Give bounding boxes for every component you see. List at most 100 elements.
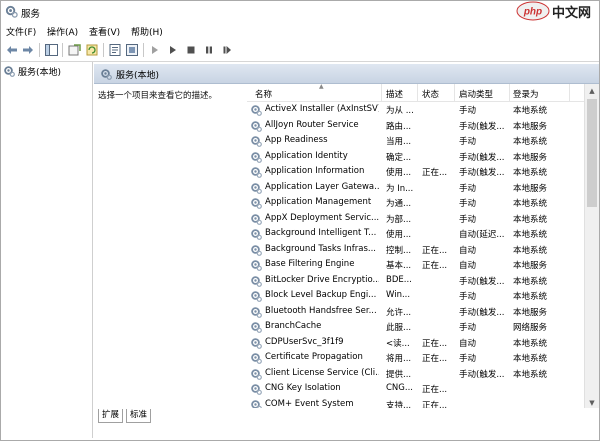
service-gear-icon	[251, 198, 262, 209]
column-divider[interactable]	[454, 84, 455, 101]
service-name: CNG Key Isolation	[265, 383, 341, 393]
service-startup-type: 自动	[459, 245, 477, 256]
service-description: 将用...	[386, 354, 412, 364]
service-gear-icon	[251, 384, 262, 395]
table-row[interactable]: BranchCache 此服... 手动 网络服务	[247, 319, 587, 335]
start-service-alt-button[interactable]	[165, 42, 181, 58]
stop-icon	[187, 46, 195, 54]
service-description: 当用...	[386, 137, 412, 147]
table-row[interactable]: AllJoyn Router Service 路由... 手动(触发... 本地服务	[247, 118, 587, 134]
stop-service-button[interactable]	[183, 42, 199, 58]
menu-action[interactable]: 操作(A)	[47, 25, 78, 38]
service-name: Background Tasks Infras...	[265, 243, 377, 254]
service-description: 使用...	[386, 230, 412, 240]
service-startup-type: 手动	[459, 199, 477, 209]
service-name: BranchCache	[265, 321, 322, 331]
service-log-on-as: 本地服务	[513, 121, 548, 132]
column-header-status[interactable]: 状态	[422, 88, 439, 100]
toolbar	[1, 39, 599, 62]
details-pane: 服务(本地) 选择一个项目来查看它的描述。 ▲ 名称 描述 状态 启动类型 登录…	[94, 62, 599, 438]
table-row[interactable]: CDPUserSvc_3f1f9 <读... 正在... 自动 本地系统	[247, 335, 587, 351]
service-startup-type: 手动	[459, 106, 477, 116]
service-startup-type: 手动	[459, 214, 477, 225]
table-row[interactable]: Base Filtering Engine 基本... 正在... 自动 本地服务	[247, 257, 587, 273]
export-list-button[interactable]	[66, 42, 82, 58]
service-startup-type: 手动(触发...	[459, 168, 505, 178]
service-startup-type: 手动(触发...	[459, 152, 505, 163]
service-log-on-as: 本地系统	[513, 369, 548, 380]
service-gear-icon	[251, 322, 262, 333]
column-header-log-on-as[interactable]: 登录为	[513, 88, 539, 100]
scrollbar-thumb[interactable]	[587, 99, 597, 207]
scroll-up-arrow-icon[interactable]: ▲	[585, 84, 599, 98]
table-row[interactable]: Application Management 为通... 手动 本地系统	[247, 195, 587, 211]
service-name: Certificate Propagation	[265, 352, 363, 362]
back-button[interactable]	[4, 42, 20, 58]
column-header-startup-type[interactable]: 启动类型	[459, 88, 493, 100]
table-row[interactable]: Background Tasks Infras... 控制... 正在... 自动 本地…	[247, 242, 587, 258]
column-divider[interactable]	[381, 84, 382, 101]
refresh-button[interactable]	[84, 42, 100, 58]
table-row[interactable]: App Readiness 当用... 手动 本地系统	[247, 133, 587, 149]
column-divider[interactable]	[417, 84, 418, 101]
menu-view[interactable]: 查看(V)	[89, 25, 120, 38]
table-row[interactable]: CNG Key Isolation CNG... 正在...	[247, 381, 587, 397]
vertical-scrollbar[interactable]: ▲ ▼	[584, 84, 599, 410]
table-row[interactable]: Background Intelligent T... 使用... 自动(延迟...…	[247, 226, 587, 242]
tab-standard[interactable]: 标准	[126, 409, 152, 423]
tree-item-label: 服务(本地)	[18, 67, 62, 78]
service-description: 为部...	[386, 214, 412, 225]
table-row[interactable]: ActiveX Installer (AxInstSV) 为从 ... 手动 本地系统	[247, 102, 587, 118]
column-header-description[interactable]: 描述	[386, 88, 403, 100]
column-divider[interactable]	[569, 84, 570, 101]
services-list: ▲ 名称 描述 状态 启动类型 登录为 ActiveX Installer (A…	[247, 84, 587, 410]
service-gear-icon	[251, 120, 262, 132]
service-description: BDE...	[386, 274, 412, 285]
menu-file[interactable]: 文件(F)	[6, 25, 36, 38]
table-row[interactable]: Certificate Propagation 将用... 正在... 手动 本地系统	[247, 350, 587, 366]
service-name: Block Level Backup Engi...	[265, 290, 377, 300]
service-log-on-as: 本地系统	[513, 338, 548, 349]
service-gear-icon	[251, 229, 262, 240]
column-header-name[interactable]: 名称	[255, 88, 272, 100]
service-gear-icon	[251, 105, 262, 116]
restart-service-button[interactable]	[219, 42, 235, 58]
toolbar-separator	[62, 43, 63, 57]
tab-extended[interactable]: 扩展	[98, 409, 124, 423]
table-row[interactable]: Application Identity 确定... 手动(触发... 本地服务	[247, 149, 587, 165]
service-startup-type: 手动(触发...	[459, 121, 505, 132]
column-headers: ▲ 名称 描述 状态 启动类型 登录为	[247, 84, 587, 102]
table-row[interactable]: Application Layer Gatewa... 为 In... 手动 本地服务	[247, 180, 587, 196]
service-gear-icon	[251, 182, 262, 194]
service-gear-icon	[251, 353, 262, 364]
tree-item-services-local[interactable]: 服务(本地)	[3, 64, 61, 78]
table-row[interactable]: Block Level Backup Engi... Win... 手动 本地系统	[247, 288, 587, 304]
service-log-on-as: 本地服务	[513, 307, 548, 318]
service-description: 路由...	[386, 121, 412, 132]
service-description: 为 In...	[386, 183, 414, 194]
menu-help[interactable]: 帮助(H)	[131, 25, 163, 38]
forward-button[interactable]	[20, 42, 36, 58]
service-description: 为通...	[386, 199, 412, 209]
service-name: COM+ Event System	[265, 398, 354, 409]
table-row[interactable]: Bluetooth Handsfree Ser... 允许... 手动(触发... 本…	[247, 304, 587, 320]
show-hide-tree-button[interactable]	[43, 42, 59, 58]
restart-icon	[223, 46, 231, 54]
table-row[interactable]: Application Information 使用... 正在... 手动(触发..…	[247, 164, 587, 180]
help-button[interactable]	[124, 42, 140, 58]
svg-text:php: php	[523, 7, 542, 18]
table-row[interactable]: AppX Deployment Servic... 为部... 手动 本地系统	[247, 211, 587, 227]
table-row[interactable]: Client License Service (Cli... 提供... 手动(触发…	[247, 366, 587, 382]
start-service-button[interactable]	[147, 42, 163, 58]
service-name: Bluetooth Handsfree Ser...	[265, 305, 377, 316]
table-row[interactable]: BitLocker Drive Encryptio... BDE... 手动(触发.…	[247, 273, 587, 289]
service-name: Background Intelligent T...	[265, 228, 377, 238]
service-name: AllJoyn Router Service	[265, 119, 359, 130]
properties-button[interactable]	[107, 42, 123, 58]
service-log-on-as: 本地系统	[513, 199, 548, 209]
column-divider[interactable]	[509, 84, 510, 101]
help-icon	[126, 44, 138, 56]
service-startup-type: 手动(触发...	[459, 276, 505, 287]
pause-service-button[interactable]	[201, 42, 217, 58]
service-description: 为从 ...	[386, 106, 414, 116]
